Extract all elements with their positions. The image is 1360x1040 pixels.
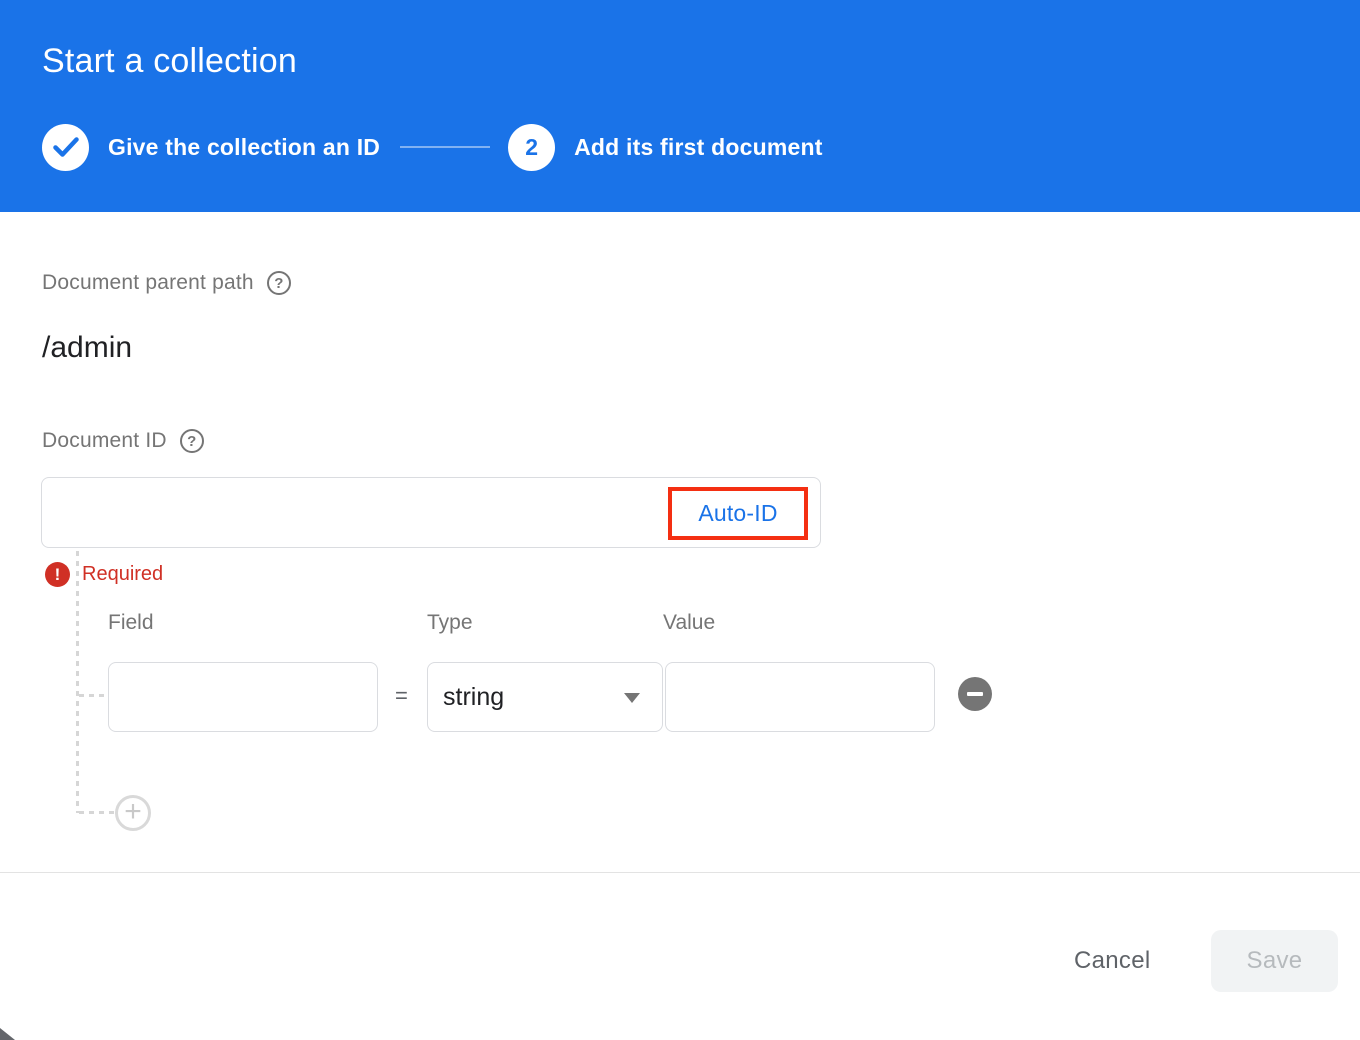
- help-icon[interactable]: ?: [180, 429, 204, 453]
- parent-path-label: Document parent path: [42, 271, 254, 295]
- plus-icon: +: [124, 797, 142, 827]
- parent-path-label-row: Document parent path ?: [42, 271, 291, 295]
- field-name-input[interactable]: [108, 662, 378, 732]
- dotted-connector-add: [79, 811, 117, 814]
- type-column-label: Type: [427, 611, 473, 635]
- error-glyph: !: [55, 565, 61, 585]
- help-icon[interactable]: ?: [267, 271, 291, 295]
- help-glyph: ?: [187, 433, 196, 450]
- type-selected-value: string: [443, 683, 504, 712]
- value-column-label: Value: [663, 611, 715, 635]
- error-icon: !: [45, 562, 70, 587]
- field-value-input[interactable]: [665, 662, 935, 732]
- parent-path-value: /admin: [42, 331, 132, 365]
- required-error-text: Required: [82, 563, 163, 586]
- step-1: Give the collection an ID: [42, 124, 380, 171]
- cancel-button[interactable]: Cancel: [1058, 938, 1167, 984]
- start-collection-dialog: Start a collection Give the collection a…: [0, 0, 1360, 1040]
- step-2: 2 Add its first document: [508, 124, 822, 171]
- step-2-circle: 2: [508, 124, 555, 171]
- auto-id-button[interactable]: Auto-ID: [668, 487, 808, 540]
- document-id-label-row: Document ID ?: [42, 429, 204, 453]
- remove-field-button[interactable]: [958, 677, 992, 711]
- step-1-label: Give the collection an ID: [108, 134, 380, 161]
- dropdown-arrow-icon: [624, 693, 640, 703]
- stepper: Give the collection an ID 2 Add its firs…: [42, 123, 823, 171]
- dialog-header: Start a collection Give the collection a…: [0, 0, 1360, 212]
- required-error: ! Required: [45, 562, 163, 587]
- field-column-label: Field: [108, 611, 154, 635]
- equals-sign: =: [395, 683, 408, 709]
- step-2-label: Add its first document: [574, 134, 822, 161]
- minus-icon: [967, 692, 983, 696]
- dotted-connector-vertical: [76, 551, 79, 813]
- dialog-title: Start a collection: [42, 42, 297, 81]
- check-icon: [53, 136, 79, 158]
- save-button[interactable]: Save: [1211, 930, 1338, 992]
- document-id-label: Document ID: [42, 429, 167, 453]
- footer-divider: [0, 872, 1360, 873]
- step-connector-line: [400, 146, 490, 148]
- step-2-number: 2: [525, 134, 538, 161]
- cursor-artifact: [0, 1028, 15, 1040]
- auto-id-label: Auto-ID: [698, 500, 777, 527]
- type-select[interactable]: string: [427, 662, 663, 732]
- dotted-connector-field: [79, 694, 108, 697]
- help-glyph: ?: [274, 275, 283, 292]
- add-field-button[interactable]: +: [115, 795, 151, 831]
- step-1-circle: [42, 124, 89, 171]
